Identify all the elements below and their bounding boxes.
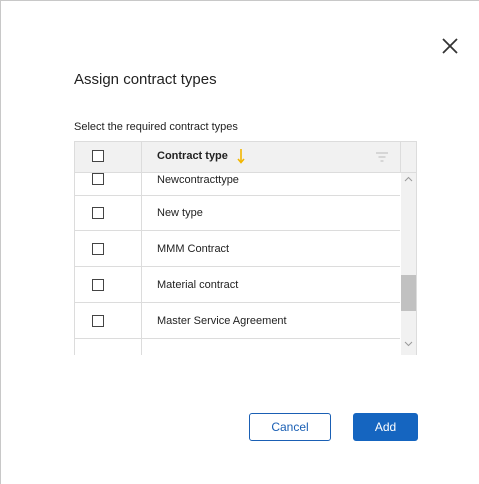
table-row-partial [75,339,400,355]
row-checkbox-cell [75,267,142,302]
row-checkbox[interactable] [92,173,104,185]
row-checkbox-cell [75,166,142,195]
close-icon [442,38,458,54]
row-label: Newcontracttype [157,174,239,186]
row-checkbox-cell [75,231,142,266]
dialog-title: Assign contract types [74,71,217,88]
contract-types-grid: Contract type Newcontracttype New type M… [74,141,417,355]
row-label: New type [157,207,203,219]
row-checkbox-cell [75,303,142,338]
arrow-down-icon[interactable] [236,148,246,164]
row-checkbox[interactable] [92,315,104,327]
row-checkbox[interactable] [92,243,104,255]
row-label: MMM Contract [157,243,230,255]
row-checkbox-cell [75,196,142,230]
row-checkbox[interactable] [92,279,104,291]
table-row[interactable]: Master Service Agreement [75,303,400,339]
row-checkbox-cell [75,339,142,355]
close-button[interactable] [439,35,461,57]
row-label: Material contract [157,279,239,291]
dialog-subtitle: Select the required contract types [74,121,238,133]
table-row[interactable]: New type [75,196,400,231]
table-row[interactable]: Newcontracttype [75,166,400,196]
row-label: Master Service Agreement [157,315,287,327]
assign-contract-types-dialog: Assign contract types Select the require… [0,0,479,484]
filter-icon[interactable] [375,151,389,163]
contract-type-header-label: Contract type [157,150,228,162]
chevron-up-icon[interactable] [404,176,413,182]
add-button[interactable]: Add [353,413,418,441]
vertical-scrollbar[interactable] [401,173,416,355]
table-row[interactable]: Material contract [75,267,400,303]
scrollbar-thumb[interactable] [401,275,416,311]
table-row[interactable]: MMM Contract [75,231,400,267]
cancel-button[interactable]: Cancel [249,413,331,441]
grid-rows: Newcontracttype New type MMM Contract Ma… [75,166,400,355]
select-all-checkbox[interactable] [92,150,104,162]
chevron-down-icon[interactable] [404,341,413,347]
row-checkbox[interactable] [92,207,104,219]
